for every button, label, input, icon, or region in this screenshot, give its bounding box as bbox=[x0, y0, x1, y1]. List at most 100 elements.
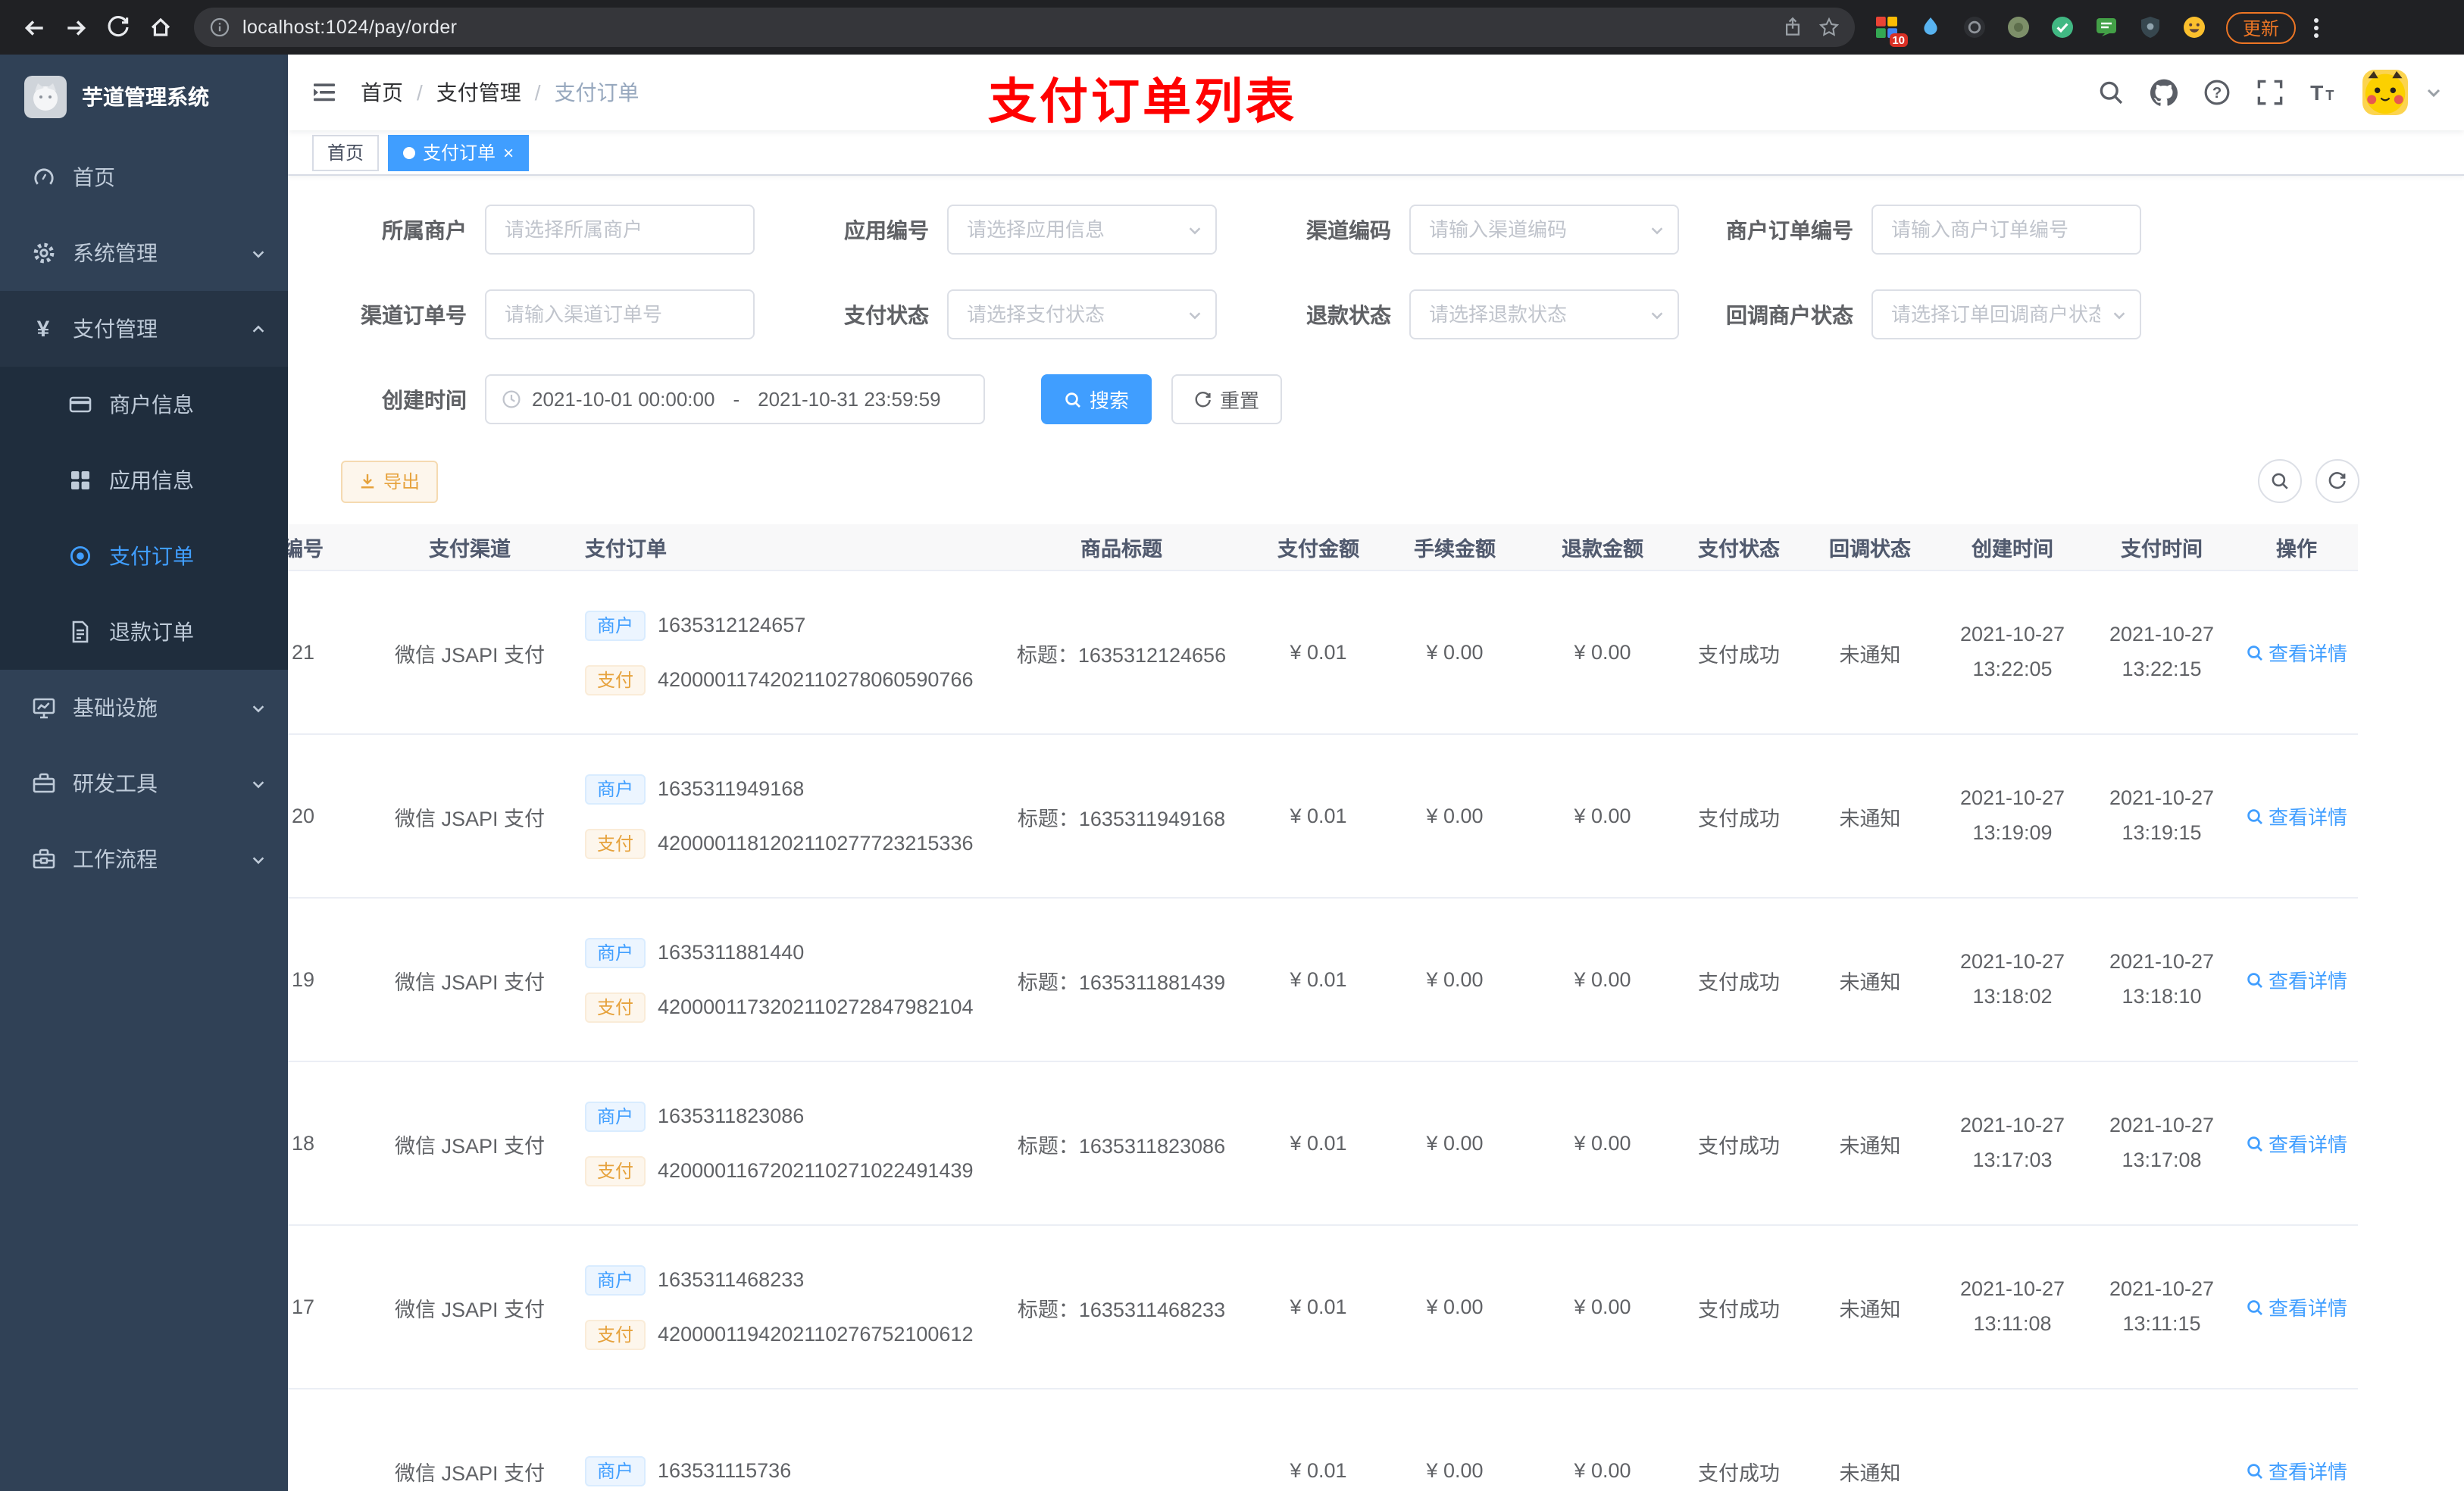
cell-refund: ¥ 0.00 bbox=[1574, 1459, 1631, 1482]
cell-title: 标题：1635311881439 bbox=[1017, 971, 1226, 993]
filter-input-field[interactable] bbox=[1411, 291, 1678, 338]
filter-input-field[interactable] bbox=[1873, 206, 2140, 253]
avatar[interactable] bbox=[2362, 70, 2408, 115]
chevron-down-icon bbox=[2111, 306, 2128, 323]
back-button[interactable] bbox=[12, 6, 55, 48]
cell-amount: ¥ 0.01 bbox=[1290, 805, 1347, 827]
breadcrumb-separator: / bbox=[417, 80, 423, 105]
view-detail-link[interactable]: 查看详情 bbox=[2246, 802, 2347, 830]
font-size-icon[interactable]: TT bbox=[2309, 79, 2337, 106]
share-icon[interactable] bbox=[1782, 17, 1803, 38]
dark-circle-extension-icon[interactable] bbox=[1961, 14, 1988, 41]
sidebar-item-home[interactable]: 首页 bbox=[0, 139, 288, 215]
home-button[interactable] bbox=[139, 6, 182, 48]
app-title: 芋道管理系统 bbox=[82, 85, 209, 109]
refresh-table-button[interactable] bbox=[2315, 459, 2359, 503]
sidebar: 芋道管理系统 首页 系统管理 ¥ 支付管理 商户信息 应用信息 支付订单 退款订… bbox=[0, 55, 288, 1491]
date-start[interactable]: 2021-10-01 00:00:00 bbox=[532, 388, 714, 411]
app-shell: 芋道管理系统 首页 系统管理 ¥ 支付管理 商户信息 应用信息 支付订单 退款订… bbox=[0, 55, 2464, 1491]
url-bar[interactable]: localhost:1024/pay/order bbox=[194, 8, 1855, 47]
collapse-sidebar-button[interactable] bbox=[288, 79, 361, 106]
payment-submenu: 商户信息 应用信息 支付订单 退款订单 bbox=[0, 367, 288, 670]
browser-update-button[interactable]: 更新 bbox=[2226, 11, 2297, 43]
emoji-profile-icon[interactable] bbox=[2181, 14, 2208, 41]
sidebar-item-infra[interactable]: 基础设施 bbox=[0, 670, 288, 746]
orders-table: 编号支付渠道支付订单商品标题支付金额手续金额退款金额支付状态回调状态创建时间支付… bbox=[288, 524, 2358, 1491]
breadcrumb-home[interactable]: 首页 bbox=[361, 77, 403, 108]
card-icon bbox=[67, 392, 92, 417]
filter-input-field[interactable] bbox=[1411, 206, 1678, 253]
filter-select[interactable] bbox=[1409, 289, 1679, 339]
olive-circle-extension-icon[interactable] bbox=[2005, 14, 2032, 41]
reset-button[interactable]: 重置 bbox=[1171, 374, 1283, 424]
svg-text:T: T bbox=[2325, 88, 2334, 103]
search-button[interactable]: 搜索 bbox=[1041, 374, 1152, 424]
view-detail-link[interactable]: 查看详情 bbox=[2246, 1293, 2347, 1321]
avatar-caret-icon[interactable] bbox=[2425, 83, 2443, 102]
date-end[interactable]: 2021-10-31 23:59:59 bbox=[758, 388, 940, 411]
filter-select[interactable] bbox=[947, 289, 1217, 339]
sidebar-item-dev-tools[interactable]: 研发工具 bbox=[0, 746, 288, 821]
filter-select[interactable] bbox=[1871, 289, 2141, 339]
export-button-label: 导出 bbox=[383, 471, 421, 492]
cell-create-time: 2021-10-27 13:19:09 bbox=[1959, 786, 2065, 843]
export-button[interactable]: 导出 bbox=[341, 460, 439, 502]
view-detail-link[interactable]: 查看详情 bbox=[2246, 965, 2347, 994]
cell-fee: ¥ 0.00 bbox=[1426, 641, 1484, 664]
filter-input[interactable] bbox=[485, 205, 755, 255]
cell-channel: 微信 JSAPI 支付 bbox=[394, 971, 545, 993]
browser-menu-button[interactable] bbox=[2308, 11, 2325, 43]
dark-shield-extension-icon[interactable] bbox=[2137, 14, 2164, 41]
filter-input-field[interactable] bbox=[1873, 291, 2140, 338]
filter-label: 渠道订单号 bbox=[361, 302, 467, 327]
sidebar-item-system[interactable]: 系统管理 bbox=[0, 215, 288, 291]
view-detail-link[interactable]: 查看详情 bbox=[2246, 1129, 2347, 1158]
toggle-search-button[interactable] bbox=[2258, 459, 2302, 503]
app-logo[interactable]: 芋道管理系统 bbox=[0, 55, 288, 139]
sidebar-item-pay-order[interactable]: 支付订单 bbox=[0, 518, 288, 594]
sidebar-item-app-info[interactable]: 应用信息 bbox=[0, 442, 288, 518]
filter-input-field[interactable] bbox=[949, 291, 1215, 338]
sidebar-item-workflow[interactable]: 工作流程 bbox=[0, 821, 288, 897]
drop-extension-icon[interactable] bbox=[1917, 14, 1944, 41]
filter-label: 支付状态 bbox=[844, 302, 929, 327]
site-info-icon[interactable] bbox=[209, 17, 230, 38]
merchant-tag: 商户 bbox=[585, 1455, 646, 1486]
bookmark-star-icon[interactable] bbox=[1818, 17, 1840, 38]
view-detail-link[interactable]: 查看详情 bbox=[2246, 638, 2347, 667]
tab-pay-order[interactable]: 支付订单 × bbox=[388, 134, 530, 170]
filter-input-field[interactable] bbox=[949, 206, 1215, 253]
green-chat-extension-icon[interactable] bbox=[2093, 14, 2120, 41]
filter-select[interactable] bbox=[947, 205, 1217, 255]
filter-input[interactable] bbox=[485, 289, 755, 339]
filter-select[interactable] bbox=[1409, 205, 1679, 255]
sidebar-item-label: 商户信息 bbox=[109, 392, 194, 417]
view-detail-link[interactable]: 查看详情 bbox=[2246, 1456, 2347, 1485]
tab-home[interactable]: 首页 bbox=[312, 134, 380, 170]
help-icon[interactable]: ? bbox=[2203, 79, 2231, 106]
sidebar-item-label: 支付管理 bbox=[73, 317, 158, 341]
filter-input-field[interactable] bbox=[486, 206, 753, 253]
sidebar-item-payment[interactable]: ¥ 支付管理 bbox=[0, 291, 288, 367]
forward-button[interactable] bbox=[55, 6, 97, 48]
github-icon[interactable] bbox=[2150, 79, 2178, 106]
main-area: 首页 / 支付管理 / 支付订单 支付订单列表 ? T T 首页 支付订单 × … bbox=[288, 55, 2464, 1491]
table-toolbar: 导出 bbox=[341, 459, 2359, 503]
monitor-icon bbox=[30, 695, 56, 720]
sidebar-item-refund-order[interactable]: 退款订单 bbox=[0, 594, 288, 670]
cell-pay-order: 商户 1635311881440 支付 42000011732021102728479… bbox=[561, 937, 985, 1022]
sidebar-item-merchant-info[interactable]: 商户信息 bbox=[0, 367, 288, 442]
filter-input[interactable] bbox=[1871, 205, 2141, 255]
table-body: 21 微信 JSAPI 支付 商户 1635312124657 支付 4200001174… bbox=[288, 571, 2358, 1491]
date-range-picker[interactable]: 2021-10-01 00:00:00 - 2021-10-31 23:59:5… bbox=[485, 374, 985, 424]
breadcrumb-payment[interactable]: 支付管理 bbox=[436, 77, 521, 108]
search-icon bbox=[2247, 1299, 2262, 1314]
fullscreen-icon[interactable] bbox=[2256, 79, 2284, 106]
reload-button[interactable] bbox=[97, 6, 139, 48]
green-check-extension-icon[interactable] bbox=[2049, 14, 2076, 41]
search-icon[interactable] bbox=[2097, 79, 2125, 106]
close-icon[interactable]: × bbox=[503, 143, 514, 161]
extensions-grid-icon[interactable]: 10 bbox=[1873, 14, 1908, 47]
table-settings bbox=[2258, 459, 2359, 503]
filter-input-field[interactable] bbox=[486, 291, 753, 338]
